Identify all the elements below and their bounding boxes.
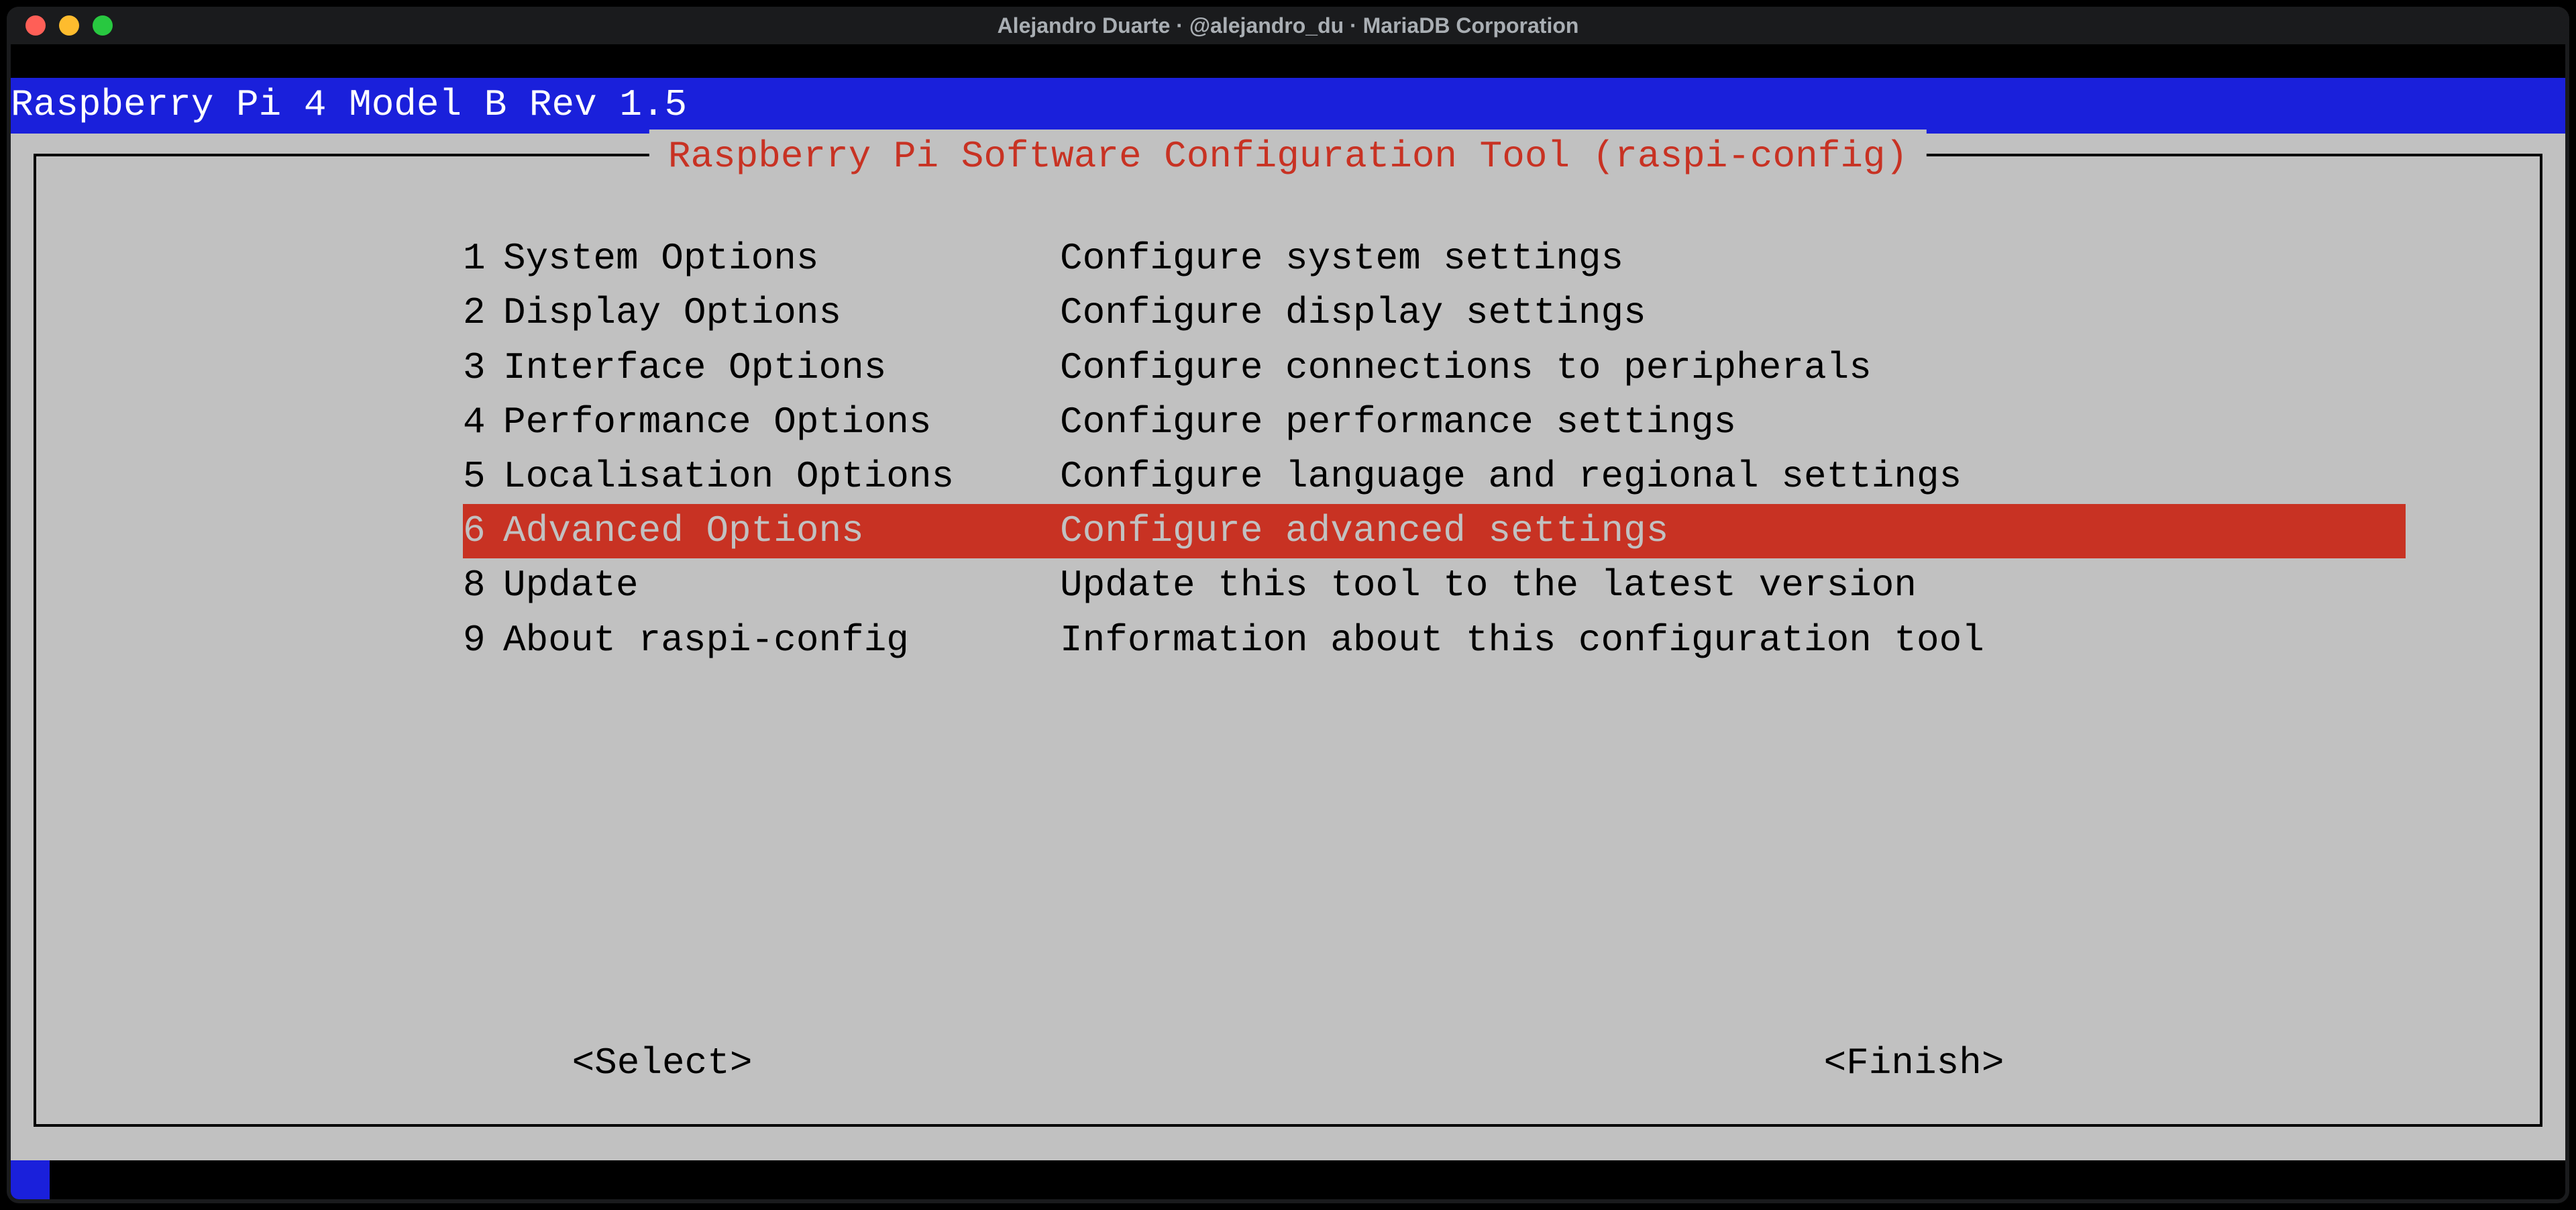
menu-item-name: Localisation Options xyxy=(503,450,1060,504)
menu-item-description: Configure performance settings xyxy=(1060,395,2406,450)
finish-button[interactable]: <Finish> xyxy=(1288,1036,2540,1091)
terminal-content: Raspberry Pi 4 Model B Rev 1.5 Raspberry… xyxy=(11,44,2565,1199)
menu-item-name: System Options xyxy=(503,232,1060,286)
terminal-window: Alejandro Duarte · @alejandro_du · Maria… xyxy=(7,7,2569,1203)
menu-item-name: Advanced Options xyxy=(503,504,1060,558)
menu-item-description: Update this tool to the latest version xyxy=(1060,558,2406,613)
menu-item-description: Configure advanced settings xyxy=(1060,504,2406,558)
menu-item-number: 8 xyxy=(463,558,503,613)
menu-item-9[interactable]: 9About raspi-configInformation about thi… xyxy=(463,613,2406,668)
titlebar[interactable]: Alejandro Duarte · @alejandro_du · Maria… xyxy=(7,7,2569,44)
menu-item-2[interactable]: 2Display OptionsConfigure display settin… xyxy=(463,286,2406,340)
menu-item-name: Interface Options xyxy=(503,341,1060,395)
tui-background: Raspberry Pi Software Configuration Tool… xyxy=(11,134,2565,1160)
menu-item-number: 4 xyxy=(463,395,503,450)
menu-item-description: Configure system settings xyxy=(1060,232,2406,286)
config-box: Raspberry Pi Software Configuration Tool… xyxy=(34,154,2542,1127)
select-button[interactable]: <Select> xyxy=(36,1036,1288,1091)
menu-item-number: 9 xyxy=(463,613,503,668)
device-header: Raspberry Pi 4 Model B Rev 1.5 xyxy=(11,78,2565,134)
minimize-icon[interactable] xyxy=(59,15,79,36)
menu-item-number: 1 xyxy=(463,232,503,286)
menu-item-name: Update xyxy=(503,558,1060,613)
close-icon[interactable] xyxy=(25,15,46,36)
menu-item-description: Configure display settings xyxy=(1060,286,2406,340)
menu-item-number: 5 xyxy=(463,450,503,504)
menu-item-description: Information about this configuration too… xyxy=(1060,613,2406,668)
menu-item-number: 2 xyxy=(463,286,503,340)
menu-item-3[interactable]: 3Interface OptionsConfigure connections … xyxy=(463,341,2406,395)
menu-item-name: Performance Options xyxy=(503,395,1060,450)
menu-item-name: Display Options xyxy=(503,286,1060,340)
menu-item-number: 6 xyxy=(463,504,503,558)
menu-item-5[interactable]: 5Localisation OptionsConfigure language … xyxy=(463,450,2406,504)
button-row: <Select> <Finish> xyxy=(36,1036,2540,1091)
cursor-icon xyxy=(11,1160,50,1199)
menu-item-name: About raspi-config xyxy=(503,613,1060,668)
menu-item-1[interactable]: 1System OptionsConfigure system settings xyxy=(463,232,2406,286)
traffic-lights xyxy=(25,15,113,36)
menu-list[interactable]: 1System OptionsConfigure system settings… xyxy=(463,232,2406,668)
config-box-title: Raspberry Pi Software Configuration Tool… xyxy=(649,130,1927,184)
menu-item-description: Configure language and regional settings xyxy=(1060,450,2406,504)
menu-item-description: Configure connections to peripherals xyxy=(1060,341,2406,395)
window-title: Alejandro Duarte · @alejandro_du · Maria… xyxy=(998,13,1579,38)
menu-item-number: 3 xyxy=(463,341,503,395)
menu-item-6[interactable]: 6Advanced OptionsConfigure advanced sett… xyxy=(463,504,2406,558)
menu-item-4[interactable]: 4Performance OptionsConfigure performanc… xyxy=(463,395,2406,450)
prompt-area xyxy=(11,1160,2565,1199)
maximize-icon[interactable] xyxy=(93,15,113,36)
menu-item-8[interactable]: 8UpdateUpdate this tool to the latest ve… xyxy=(463,558,2406,613)
